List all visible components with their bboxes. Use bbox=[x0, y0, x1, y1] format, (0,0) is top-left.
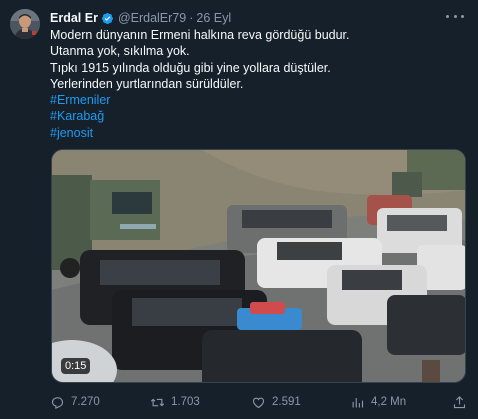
video-player[interactable]: 0:15 bbox=[51, 149, 466, 383]
like-button[interactable]: 2.591 bbox=[251, 393, 301, 411]
tweet-actions: 7.270 1.703 2.591 4,2 Mn bbox=[50, 393, 470, 411]
verified-badge-icon bbox=[101, 12, 113, 24]
share-button[interactable] bbox=[452, 393, 467, 411]
tweet-date[interactable]: 26 Eyl bbox=[196, 10, 231, 26]
author-name[interactable]: Erdal Er bbox=[50, 10, 98, 26]
avatar[interactable] bbox=[10, 9, 40, 39]
views-icon bbox=[352, 397, 364, 407]
hashtag-link[interactable]: #jenosit bbox=[50, 125, 465, 141]
retweet-icon bbox=[150, 398, 165, 406]
reply-icon bbox=[51, 396, 64, 409]
video-duration: 0:15 bbox=[61, 358, 91, 374]
tweet-text-line: Utanma yok, sıkılma yok. bbox=[50, 44, 190, 59]
like-count: 2.591 bbox=[272, 396, 301, 408]
tweet-text-line: Modern dünyanın Ermeni halkına reva görd… bbox=[50, 28, 350, 42]
views-count: 4,2 Mn bbox=[371, 396, 407, 408]
tweet-text: Modern dünyanın Ermeni halkına reva görd… bbox=[50, 27, 465, 141]
tweet-card[interactable]: Erdal Er @ErdalEr79 · 26 Eyl Modern düny… bbox=[0, 0, 478, 419]
reply-button[interactable]: 7.270 bbox=[50, 393, 100, 411]
author-handle[interactable]: @ErdalEr79 bbox=[118, 10, 186, 26]
tweet-text-line: Tıpkı 1915 yılında olduğu gibi yine yoll… bbox=[50, 60, 331, 75]
retweet-count: 1.703 bbox=[171, 396, 200, 408]
tweet-header: Erdal Er @ErdalEr79 · 26 Eyl bbox=[50, 10, 231, 26]
video-thumbnail bbox=[52, 150, 465, 382]
reply-count: 7.270 bbox=[71, 396, 100, 408]
hashtag-link[interactable]: #Ermeniler bbox=[50, 92, 465, 108]
retweet-button[interactable]: 1.703 bbox=[150, 393, 200, 411]
share-icon bbox=[453, 395, 466, 408]
tweet-text-line: Yerlerinden yurtlarından sürüldüler. bbox=[50, 76, 244, 91]
hashtag-link[interactable]: #Karabağ bbox=[50, 108, 465, 124]
views-button[interactable]: 4,2 Mn bbox=[350, 393, 406, 411]
more-icon[interactable] bbox=[446, 9, 464, 23]
separator-dot: · bbox=[189, 11, 194, 25]
heart-icon bbox=[252, 397, 265, 408]
